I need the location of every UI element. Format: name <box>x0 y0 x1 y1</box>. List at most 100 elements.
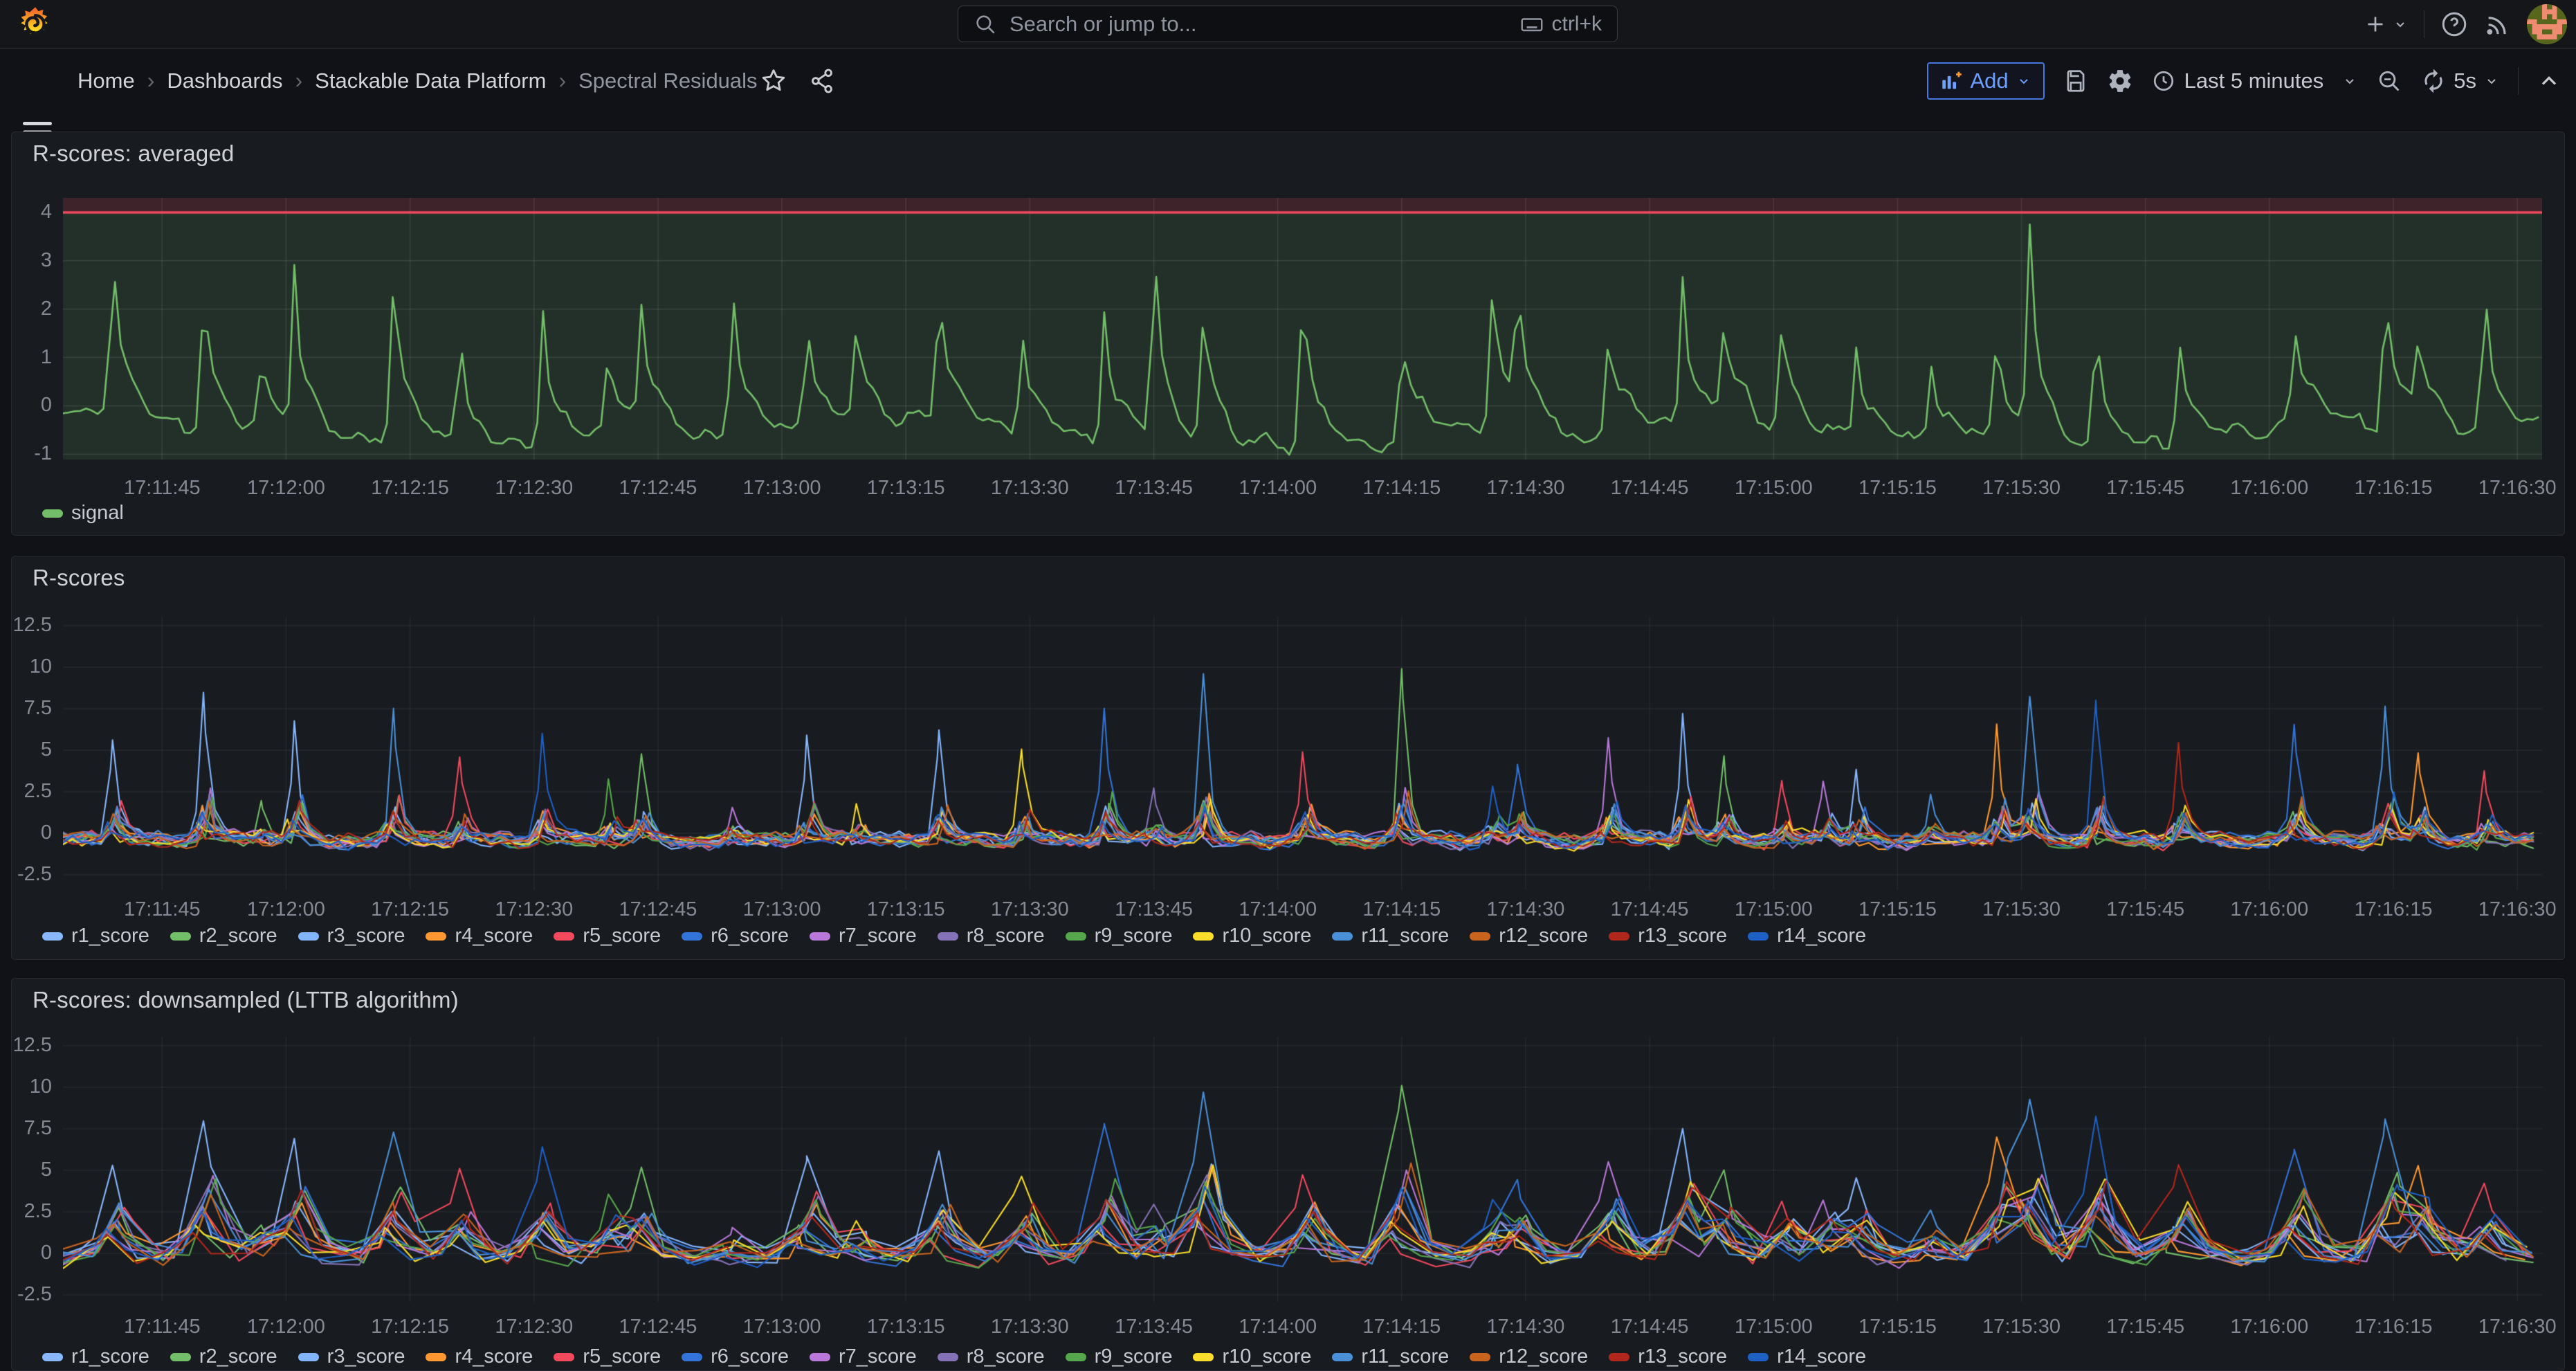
legend-item[interactable]: r7_score <box>810 1345 917 1368</box>
legend-swatch <box>1609 932 1629 941</box>
legend-swatch <box>1609 1353 1629 1361</box>
legend-label: r2_score <box>199 1345 277 1368</box>
legend-item[interactable]: r8_score <box>938 925 1045 947</box>
legend-item[interactable]: r5_score <box>554 925 661 947</box>
x-tick-label: 17:14:30 <box>1474 898 1578 921</box>
x-tick-label: 17:12:45 <box>606 898 710 921</box>
legend-item[interactable]: r4_score <box>426 925 533 947</box>
x-tick-label: 17:15:30 <box>1970 477 2074 500</box>
legend-swatch <box>298 1353 319 1361</box>
timeseries-plot[interactable] <box>63 617 2542 890</box>
share-icon[interactable] <box>808 67 836 95</box>
legend-item[interactable]: r6_score <box>682 925 789 947</box>
legend-item[interactable]: r1_score <box>42 925 149 947</box>
legend-label: r9_score <box>1095 925 1173 947</box>
legend-swatch <box>1470 1353 1490 1361</box>
legend-item[interactable]: r9_score <box>1066 925 1173 947</box>
legend-swatch <box>1193 1353 1214 1361</box>
legend-item[interactable]: r3_score <box>298 1345 405 1368</box>
legend-item[interactable]: r11_score <box>1332 925 1449 947</box>
legend-label: r12_score <box>1499 1345 1588 1368</box>
legend-label: r5_score <box>583 1345 661 1368</box>
legend-item[interactable]: r14_score <box>1748 925 1866 947</box>
x-tick-label: 17:15:30 <box>1970 898 2074 921</box>
legend-item[interactable]: signal <box>42 502 124 525</box>
search-icon <box>974 12 997 36</box>
x-tick-label: 17:12:00 <box>234 477 338 500</box>
x-tick-label: 17:15:45 <box>2094 477 2198 500</box>
chevron-up-icon[interactable] <box>2537 69 2561 93</box>
news-rss-icon[interactable] <box>2484 10 2512 38</box>
legend-label: r4_score <box>455 925 533 947</box>
x-tick-label: 17:12:30 <box>482 1316 586 1338</box>
legend-item[interactable]: r2_score <box>170 925 277 947</box>
x-tick-label: 17:12:45 <box>606 477 710 500</box>
add-panel-button[interactable]: Add <box>1927 62 2044 100</box>
legend-item[interactable]: r12_score <box>1470 925 1588 947</box>
x-tick-label: 17:12:15 <box>358 898 462 921</box>
legend-label: r7_score <box>839 925 917 947</box>
legend-item[interactable]: r2_score <box>170 1345 277 1368</box>
legend-item[interactable]: r5_score <box>554 1345 661 1368</box>
x-tick-label: 17:16:30 <box>2465 477 2569 500</box>
legend-item[interactable]: r1_score <box>42 1345 149 1368</box>
legend-item[interactable]: r8_score <box>938 1345 1045 1368</box>
x-tick-label: 17:12:30 <box>482 477 586 500</box>
breadcrumb-home[interactable]: Home <box>77 69 135 93</box>
y-tick-label: -1 <box>12 442 52 465</box>
breadcrumb-dashboards[interactable]: Dashboards <box>167 69 282 93</box>
x-tick-label: 17:15:45 <box>2094 898 2198 921</box>
legend-swatch <box>298 932 319 941</box>
timeseries-plot[interactable] <box>63 198 2542 460</box>
x-tick-label: 17:13:45 <box>1102 477 1206 500</box>
legend-item[interactable]: r11_score <box>1332 1345 1449 1368</box>
legend-item[interactable]: r6_score <box>682 1345 789 1368</box>
x-tick-label: 17:12:30 <box>482 898 586 921</box>
help-icon[interactable] <box>2440 10 2469 39</box>
legend-swatch <box>1332 1353 1353 1361</box>
legend-item[interactable]: r13_score <box>1609 1345 1727 1368</box>
gear-icon[interactable] <box>2107 68 2133 94</box>
x-tick-label: 17:12:00 <box>234 898 338 921</box>
legend-label: r3_score <box>327 925 405 947</box>
keyboard-icon <box>1519 12 1544 37</box>
panel-add-icon <box>1939 69 1963 93</box>
zoom-out-icon[interactable] <box>2376 68 2402 94</box>
x-tick-label: 17:14:15 <box>1350 898 1454 921</box>
grafana-logo[interactable] <box>17 6 54 43</box>
breadcrumb-folder[interactable]: Stackable Data Platform <box>315 69 546 93</box>
timeseries-plot[interactable] <box>63 1037 2542 1302</box>
x-tick-label: 17:14:15 <box>1350 1316 1454 1338</box>
legend-item[interactable]: r13_score <box>1609 925 1727 947</box>
time-range-picker[interactable]: Last 5 minutes <box>2151 69 2359 93</box>
y-tick-label: 7.5 <box>12 697 52 720</box>
avatar[interactable] <box>2527 4 2567 44</box>
legend: r1_score r2_score r3_score r4_score r5_score… <box>42 1345 1887 1368</box>
x-tick-label: 17:15:15 <box>1845 898 1949 921</box>
y-tick-label: 1 <box>12 346 52 369</box>
x-tick-label: 17:15:00 <box>1721 477 1825 500</box>
legend-label: r8_score <box>967 1345 1045 1368</box>
legend-item[interactable]: r4_score <box>426 1345 533 1368</box>
star-icon[interactable] <box>760 67 787 95</box>
legend-label: r4_score <box>455 1345 533 1368</box>
global-search[interactable]: ctrl+k <box>958 6 1618 42</box>
refresh-interval-label: 5s <box>2454 69 2476 93</box>
legend-item[interactable]: r3_score <box>298 925 405 947</box>
legend-item[interactable]: r10_score <box>1193 1345 1311 1368</box>
legend-item[interactable]: r9_score <box>1066 1345 1173 1368</box>
legend-label: signal <box>71 502 124 525</box>
refresh-icon[interactable] <box>2420 68 2447 94</box>
legend-item[interactable]: r14_score <box>1748 1345 1866 1368</box>
refresh-controls[interactable]: 5s <box>2420 68 2500 94</box>
x-tick-label: 17:15:15 <box>1845 1316 1949 1338</box>
x-tick-label: 17:13:45 <box>1102 898 1206 921</box>
search-input[interactable] <box>1008 11 1519 37</box>
top-navigation-bar: ctrl+k <box>0 0 2576 49</box>
save-icon[interactable] <box>2063 68 2089 94</box>
legend-swatch <box>426 932 446 941</box>
legend-item[interactable]: r12_score <box>1470 1345 1588 1368</box>
legend-item[interactable]: r7_score <box>810 925 917 947</box>
legend-item[interactable]: r10_score <box>1193 925 1311 947</box>
new-plus-button[interactable] <box>2363 12 2409 37</box>
